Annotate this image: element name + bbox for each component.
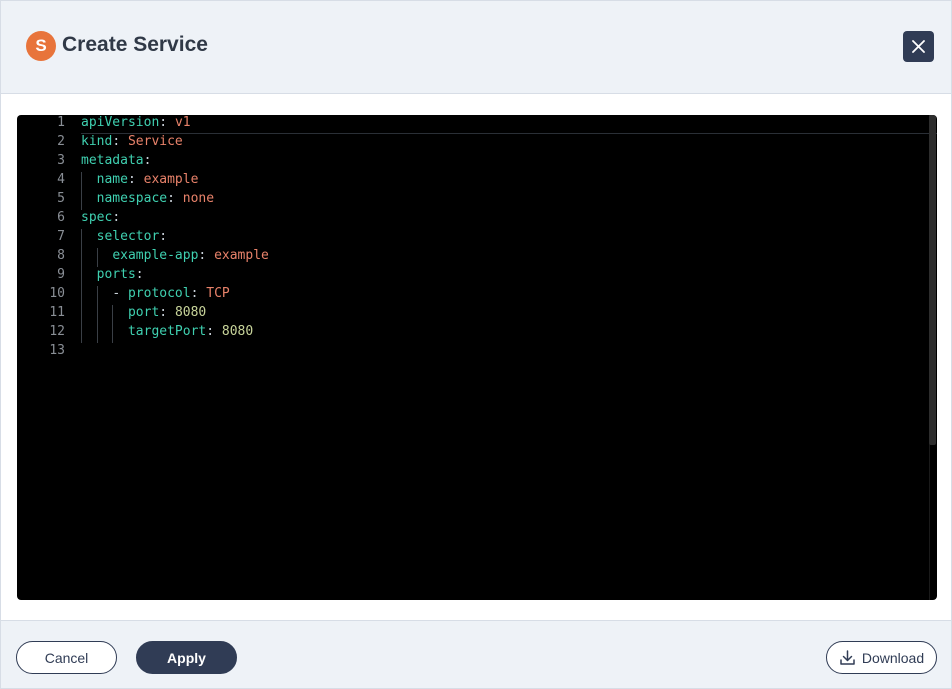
line-number: 11 — [49, 305, 65, 320]
yaml-punctuation: : — [135, 267, 144, 282]
code-line: apiVersion: v1 — [81, 115, 921, 134]
yaml-key: selector — [96, 229, 160, 244]
code-line: kind: Service — [81, 134, 921, 153]
code-area[interactable]: apiVersion: v1 kind: Service metadata: nam… — [81, 115, 921, 362]
line-number: 2 — [57, 134, 65, 149]
code-line: selector: — [81, 229, 921, 248]
yaml-key: example-app — [112, 248, 199, 263]
indent-guide — [96, 305, 98, 324]
yaml-punctuation: - — [112, 286, 128, 301]
dialog-title: Create Service — [62, 33, 208, 56]
line-number: 13 — [49, 343, 65, 358]
yaml-punctuation: : — [190, 286, 207, 301]
indent-guide — [112, 305, 114, 324]
yaml-punctuation: : — [143, 153, 152, 168]
yaml-punctuation: : — [159, 305, 175, 320]
apply-button[interactable]: Apply — [136, 641, 237, 674]
yaml-punctuation: : — [112, 134, 128, 149]
line-number: 10 — [49, 286, 65, 301]
create-service-dialog: S Create Service 1 2 3 4 5 6 7 8 9 10 11 12 13 apiVe… — [0, 0, 952, 689]
yaml-value: 8080 — [221, 324, 254, 339]
yaml-value: 8080 — [174, 305, 207, 320]
line-number: 7 — [57, 229, 65, 244]
line-number: 12 — [49, 324, 65, 339]
yaml-key: ports — [96, 267, 136, 282]
service-logo-icon: S — [26, 31, 56, 61]
yaml-key: namespace — [96, 191, 168, 206]
vertical-scrollbar[interactable] — [929, 115, 936, 445]
yaml-punctuation: : — [127, 172, 144, 187]
code-line: spec: — [81, 210, 921, 229]
download-icon — [840, 650, 855, 665]
line-number: 1 — [57, 115, 65, 130]
yaml-key: protocol — [127, 286, 191, 301]
yaml-punctuation: : — [198, 248, 215, 263]
yaml-value: example — [214, 248, 269, 263]
download-button[interactable]: Download — [826, 641, 937, 674]
close-icon — [912, 40, 925, 53]
code-line: - protocol: TCP — [81, 286, 921, 305]
code-line: example-app: example — [81, 248, 921, 267]
yaml-value: TCP — [206, 286, 230, 301]
indent-guide — [81, 305, 82, 324]
apply-button-label: Apply — [167, 649, 206, 666]
indent-guide — [96, 324, 98, 343]
indent-guide — [81, 229, 82, 248]
yaml-key: metadata — [81, 153, 144, 168]
yaml-key: port — [127, 305, 160, 320]
yaml-key: name — [96, 172, 128, 187]
line-number: 4 — [57, 172, 65, 187]
yaml-punctuation: : — [167, 191, 183, 206]
indent-guide — [112, 324, 114, 343]
code-line: ports: — [81, 267, 921, 286]
indent-guide — [81, 267, 82, 286]
yaml-code-editor[interactable]: 1 2 3 4 5 6 7 8 9 10 11 12 13 apiVersion: v1 kind: Se… — [17, 115, 937, 600]
indent-guide — [81, 191, 82, 210]
indent-guide — [81, 286, 82, 305]
yaml-key: kind — [81, 134, 113, 149]
yaml-punctuation: : — [112, 210, 121, 225]
indent-guide — [96, 248, 98, 267]
yaml-punctuation: : — [159, 229, 168, 244]
indent-guide — [81, 324, 82, 343]
indent-guide — [81, 248, 82, 267]
close-button[interactable] — [903, 31, 934, 62]
yaml-value: example — [143, 172, 199, 187]
indent-guide — [96, 286, 98, 305]
dialog-footer: Cancel Apply Download — [1, 620, 951, 688]
line-number: 9 — [57, 267, 65, 282]
cancel-button-label: Cancel — [44, 649, 89, 666]
code-line: port: 8080 — [81, 305, 921, 324]
line-number: 3 — [57, 153, 65, 168]
code-line: namespace: none — [81, 191, 921, 210]
cancel-button[interactable]: Cancel — [16, 641, 117, 674]
yaml-key: spec — [81, 210, 113, 225]
yaml-value: v1 — [174, 115, 191, 130]
yaml-key: apiVersion — [81, 115, 160, 130]
code-line: metadata: — [81, 153, 921, 172]
line-number-gutter: 1 2 3 4 5 6 7 8 9 10 11 12 13 — [17, 115, 65, 362]
yaml-value: none — [182, 191, 215, 206]
yaml-value: Service — [127, 134, 183, 149]
dialog-header: S Create Service — [1, 1, 951, 94]
line-number: 5 — [57, 191, 65, 206]
indent-guide — [81, 172, 82, 191]
yaml-punctuation: : — [206, 324, 222, 339]
code-line: targetPort: 8080 — [81, 324, 921, 343]
line-number: 8 — [57, 248, 65, 263]
yaml-punctuation: : — [159, 115, 175, 130]
yaml-key: targetPort — [127, 324, 207, 339]
code-line: name: example — [81, 172, 921, 191]
line-number: 6 — [57, 210, 65, 225]
download-button-label: Download — [861, 649, 925, 666]
